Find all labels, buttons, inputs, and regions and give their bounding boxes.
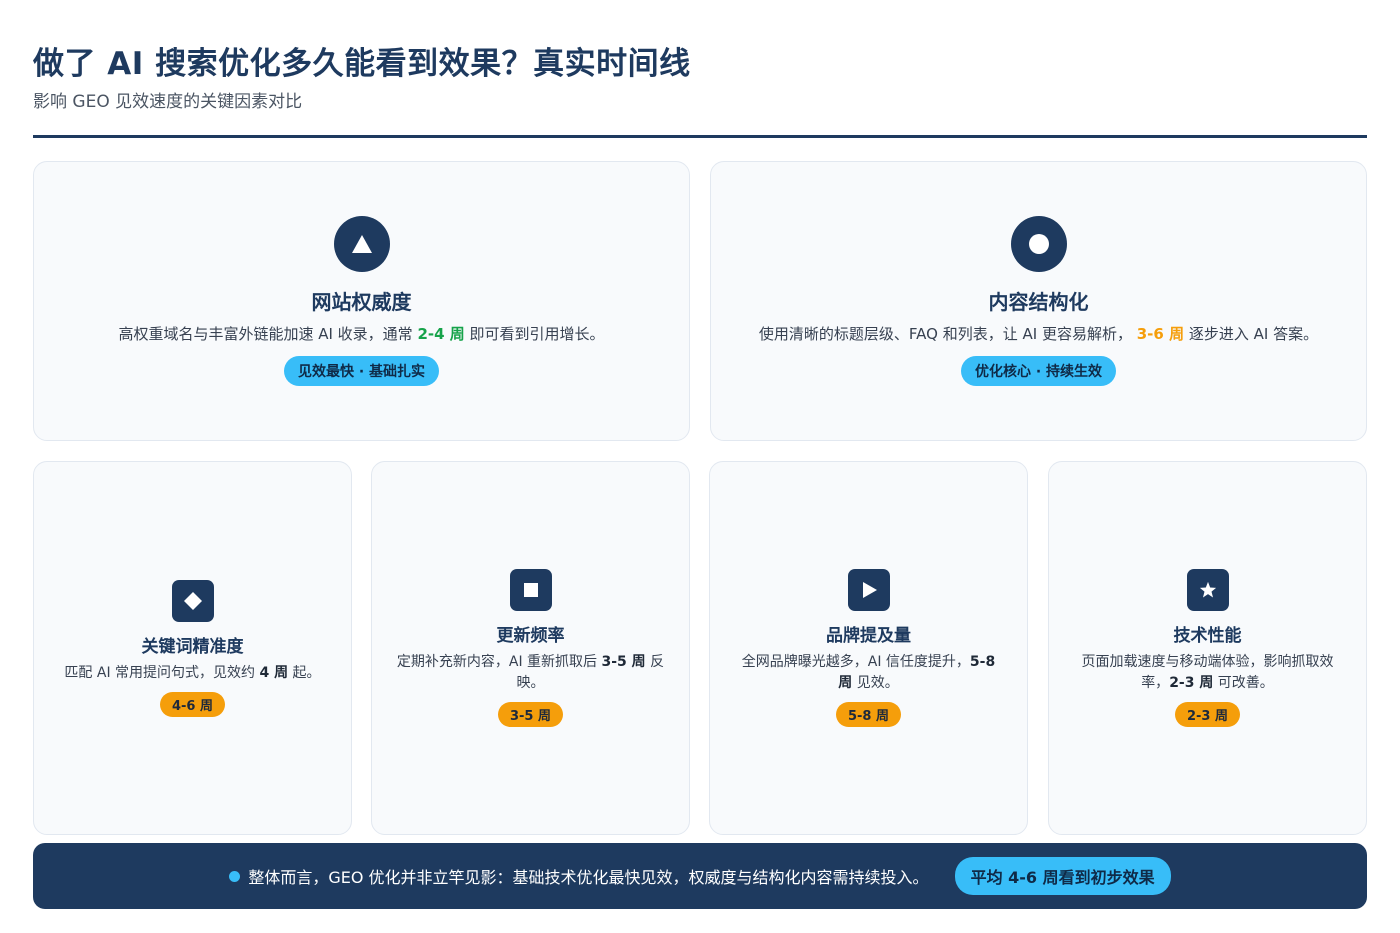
time-highlight: 3-6 周: [1136, 325, 1185, 344]
card-brand-mentions: 品牌提及量 全网品牌曝光越多，AI 信任度提升，5-8 周 见效。 5-8 周: [709, 461, 1028, 835]
summary-banner: 整体而言，GEO 优化并非立竿见影：基础技术优化最快见效，权威度与结构化内容需持…: [33, 843, 1367, 909]
card-badge: 5-8 周: [835, 702, 901, 727]
card-content-structure: 内容结构化 使用清晰的标题层级、FAQ 和列表，让 AI 更容易解析， 3-6 …: [710, 161, 1367, 441]
time-highlight: 2-3 周: [1169, 675, 1214, 691]
card-title: 品牌提及量: [826, 626, 911, 646]
page-subtitle: 影响 GEO 见效速度的关键因素对比: [33, 92, 303, 112]
summary-text: 整体而言，GEO 优化并非立竿见影：基础技术优化最快见效，权威度与结构化内容需持…: [248, 868, 929, 887]
card-badge: 见效最快 · 基础扎实: [283, 355, 440, 386]
play-icon: [847, 569, 890, 611]
square-icon: [509, 569, 552, 611]
card-description: 高权重域名与丰富外链能加速 AI 收录，通常 2-4 周 即可看到引用增长。: [118, 325, 605, 344]
card-badge: 2-3 周: [1174, 702, 1240, 727]
card-title: 更新频率: [496, 626, 565, 646]
card-title: 内容结构化: [988, 290, 1089, 315]
time-highlight: 2-4 周: [417, 325, 465, 344]
card-badge: 4-6 周: [159, 691, 225, 717]
circle-icon: [1010, 216, 1067, 273]
card-description: 全网品牌曝光越多，AI 信任度提升，5-8 周 见效。: [741, 654, 996, 691]
card-badge: 3-5 周: [497, 702, 563, 727]
card-technical-performance: 技术性能 页面加载速度与移动端体验，影响抓取效率，2-3 周 可改善。 2-3 …: [1048, 461, 1367, 835]
triangle-icon: [333, 216, 390, 273]
page: 做了 AI 搜索优化多久能看到效果？真实时间线 影响 GEO 见效速度的关键因素…: [0, 0, 1400, 933]
time-highlight: 4 周: [259, 664, 289, 681]
header-divider: [33, 135, 1367, 138]
card-description: 使用清晰的标题层级、FAQ 和列表，让 AI 更容易解析， 3-6 周 逐步进入…: [758, 325, 1319, 344]
card-website-authority: 网站权威度 高权重域名与丰富外链能加速 AI 收录，通常 2-4 周 即可看到引…: [33, 161, 690, 441]
summary-badge: 平均 4-6 周看到初步效果: [954, 857, 1171, 895]
card-keyword-precision: 关键词精准度 匹配 AI 常用提问句式，见效约 4 周 起。 4-6 周: [33, 461, 352, 835]
card-title: 技术性能: [1173, 626, 1242, 646]
time-highlight: 3-5 周: [601, 654, 646, 670]
card-badge: 优化核心 · 持续生效: [960, 355, 1117, 386]
card-title: 网站权威度: [311, 290, 412, 315]
card-description: 匹配 AI 常用提问句式，见效约 4 周 起。: [64, 664, 321, 681]
card-title: 关键词精准度: [141, 636, 244, 657]
card-update-frequency: 更新频率 定期补充新内容，AI 重新抓取后 3-5 周 反映。 3-5 周: [371, 461, 690, 835]
page-title: 做了 AI 搜索优化多久能看到效果？真实时间线: [33, 46, 691, 82]
diamond-icon: [171, 579, 214, 622]
card-description: 页面加载速度与移动端体验，影响抓取效率，2-3 周 可改善。: [1081, 654, 1334, 691]
card-description: 定期补充新内容，AI 重新抓取后 3-5 周 反映。: [396, 654, 665, 691]
star-icon: [1186, 569, 1229, 611]
bullet-dot-icon: [229, 870, 241, 882]
